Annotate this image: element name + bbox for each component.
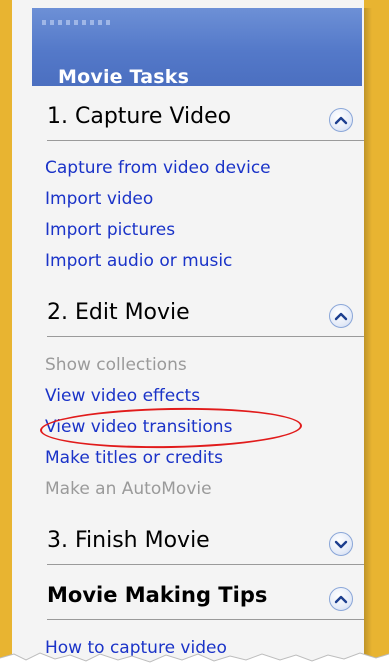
link-capture-from-video-device[interactable]: Capture from video device (45, 158, 271, 178)
movie-tasks-header: Movie Tasks (32, 8, 362, 88)
section-divider (47, 564, 364, 565)
section-divider (47, 619, 364, 620)
highlight-ellipse (39, 405, 303, 451)
link-make-an-automovie: Make an AutoMovie (45, 479, 212, 499)
link-import-audio-or-music[interactable]: Import audio or music (45, 251, 232, 271)
panel-shadow (364, 8, 372, 668)
link-show-collections: Show collections (45, 355, 187, 375)
torn-edge (0, 652, 389, 671)
movie-tasks-pane: Movie Tasks 1. Capture Video Capture fro… (12, 0, 364, 671)
header-title: Movie Tasks (58, 66, 190, 88)
section-divider (47, 336, 364, 337)
section-divider (47, 140, 364, 141)
section-title[interactable]: 3. Finish Movie (47, 528, 210, 553)
section-title[interactable]: 2. Edit Movie (47, 300, 190, 325)
link-import-video[interactable]: Import video (45, 189, 153, 209)
header-decoration (42, 20, 112, 25)
chevron-up-icon[interactable] (329, 304, 353, 328)
link-make-titles-or-credits[interactable]: Make titles or credits (45, 448, 223, 468)
chevron-up-icon[interactable] (329, 587, 353, 611)
section-title[interactable]: 1. Capture Video (47, 104, 231, 129)
link-view-video-effects[interactable]: View video effects (45, 386, 200, 406)
chevron-down-icon[interactable] (329, 532, 353, 556)
chevron-up-icon[interactable] (329, 108, 353, 132)
section-title[interactable]: Movie Making Tips (47, 583, 267, 607)
link-import-pictures[interactable]: Import pictures (45, 220, 175, 240)
